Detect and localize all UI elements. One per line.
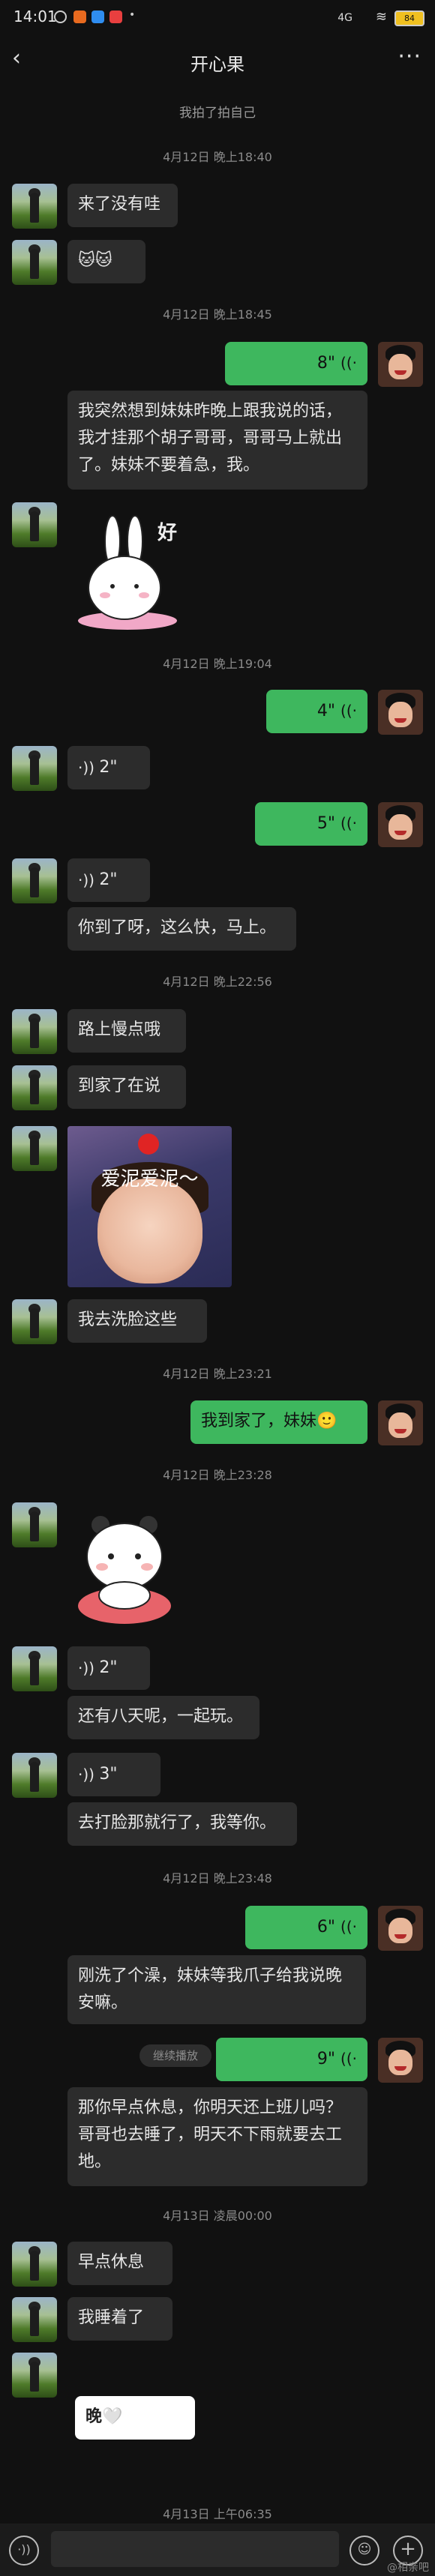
photo-message[interactable]: 爱泥爱泥～ (68, 1126, 232, 1287)
signal-icon: 4G (338, 12, 352, 24)
app-notification-icon (92, 10, 104, 23)
app-notification-icon (110, 10, 122, 23)
title-bar: ‹ 开心果 ··· (0, 37, 435, 82)
voice-wave-icon: ·)) (78, 1659, 100, 1677)
avatar[interactable] (378, 1906, 423, 1951)
voice-duration: 2" (99, 1658, 118, 1677)
system-note: 我拍了拍自己 (179, 106, 256, 121)
voice-message[interactable]: ·)) 3" (68, 1753, 160, 1796)
avatar[interactable] (12, 240, 57, 285)
voice-wave-icon: ((· (340, 2050, 357, 2068)
voice-wave-icon: ·)) (78, 759, 100, 777)
voice-wave-icon: ((· (340, 1918, 357, 1936)
wifi-icon: ≋ (375, 9, 387, 25)
chat-bubble[interactable]: 我到家了，妹妹🙂 (190, 1400, 368, 1444)
chat-bubble[interactable]: 还有八天呢，一起玩。 (68, 1696, 260, 1739)
voice-wave-icon: ·)) (78, 1766, 100, 1784)
input-bar: ·)) ☺ + @相亲吧 (0, 2524, 435, 2576)
avatar[interactable] (12, 184, 57, 229)
voice-message[interactable]: ·)) 2" (68, 1646, 150, 1690)
chat-bubble[interactable]: 来了没有哇 (68, 184, 178, 227)
alarm-icon (54, 10, 67, 23)
timestamp: 4月12日 晚上18:40 (163, 150, 272, 164)
avatar[interactable] (12, 1646, 57, 1691)
timestamp: 4月12日 晚上23:28 (163, 1468, 272, 1482)
chat-bubble[interactable]: 早点休息 (68, 2242, 172, 2285)
voice-duration: 6" (316, 1918, 336, 1936)
avatar[interactable] (12, 2353, 57, 2398)
voice-message[interactable]: ·)) 2" (68, 858, 150, 902)
panda-sticker[interactable] (72, 1507, 177, 1627)
page-title: 开心果 (190, 54, 244, 75)
avatar[interactable] (378, 690, 423, 735)
timestamp: 4月12日 晚上23:48 (163, 1871, 272, 1886)
avatar[interactable] (378, 802, 423, 847)
status-bar: 14:01 • 4G ≋ 84 (0, 0, 435, 37)
chat-bubble[interactable]: 去打脸那就行了，我等你。 (68, 1802, 297, 1846)
voice-input-icon[interactable]: ·)) (9, 2536, 39, 2566)
voice-wave-icon: ·)) (78, 871, 100, 889)
chat-bubble[interactable]: 到家了在说 (68, 1065, 186, 1109)
avatar[interactable] (12, 1065, 57, 1110)
timestamp: 4月12日 晚上22:56 (163, 975, 272, 989)
chat-bubble[interactable]: 那你早点休息，你明天还上班儿吗？哥哥也去睡了，明天不下雨就要去工地。 (68, 2087, 368, 2186)
voice-wave-icon: ((· (340, 702, 357, 720)
bunny-sticker[interactable]: 好 (74, 514, 189, 634)
voice-duration: 3" (99, 1765, 118, 1784)
avatar[interactable] (12, 502, 57, 547)
chat-bubble[interactable]: 你到了呀，这么快，马上。 (68, 907, 296, 951)
watermark: @相亲吧 (387, 2562, 429, 2574)
avatar[interactable] (378, 1400, 423, 1445)
voice-wave-icon: ((· (340, 354, 357, 372)
sticker-text-bubble[interactable]: 晚🤍 (75, 2396, 195, 2440)
avatar[interactable] (12, 2242, 57, 2287)
voice-message[interactable]: 4" ((· (266, 690, 368, 733)
chat-bubble[interactable]: 我去洗脸这些 (68, 1299, 207, 1343)
timestamp: 4月13日 上午06:35 (163, 2507, 272, 2521)
avatar[interactable] (12, 1299, 57, 1344)
photo-caption: 爱泥爱泥～ (100, 1168, 199, 1191)
chat-bubble[interactable]: 我突然想到妹妹昨晚上跟我说的话，我才挂那个胡子哥哥，哥哥马上就出了。妹妹不要着急… (68, 391, 368, 490)
message-input[interactable] (51, 2531, 339, 2567)
emoji-icon[interactable]: ☺ (350, 2536, 380, 2566)
more-notifications-icon: • (129, 9, 136, 21)
voice-message[interactable]: ·)) 2" (68, 746, 150, 789)
continue-playback-chip[interactable]: 继续播放 (140, 2044, 212, 2067)
battery-icon: 84 (394, 10, 424, 26)
avatar[interactable] (12, 858, 57, 903)
voice-message[interactable]: 9" ((· (216, 2038, 368, 2081)
voice-duration: 9" (316, 2050, 336, 2068)
more-icon[interactable]: ··· (398, 43, 422, 70)
voice-message[interactable]: 8" ((· (225, 342, 368, 385)
sticker-text: 好 (158, 522, 178, 544)
avatar[interactable] (378, 342, 423, 387)
voice-wave-icon: ((· (340, 814, 357, 832)
avatar[interactable] (378, 2038, 423, 2083)
chat-bubble[interactable]: 我睡着了 (68, 2297, 172, 2341)
avatar[interactable] (12, 746, 57, 791)
avatar[interactable] (12, 1126, 57, 1171)
app-notification-icon (74, 10, 86, 23)
voice-duration: 2" (99, 870, 118, 889)
avatar[interactable] (12, 1502, 57, 1547)
voice-duration: 2" (99, 758, 118, 777)
timestamp: 4月13日 凌晨00:00 (163, 2209, 272, 2223)
avatar[interactable] (12, 1009, 57, 1054)
clock: 14:01 (14, 7, 57, 25)
chat-bubble[interactable]: 🐱🐱 (68, 240, 146, 283)
voice-message[interactable]: 6" ((· (245, 1906, 368, 1949)
avatar[interactable] (12, 1753, 57, 1798)
timestamp: 4月12日 晚上19:04 (163, 657, 272, 671)
avatar[interactable] (12, 2297, 57, 2342)
apple-decoration (138, 1134, 159, 1155)
timestamp: 4月12日 晚上18:45 (163, 307, 272, 322)
voice-duration: 5" (316, 814, 336, 833)
chat-bubble[interactable]: 路上慢点哦 (68, 1009, 186, 1053)
voice-message[interactable]: 5" ((· (255, 802, 368, 846)
voice-duration: 4" (316, 702, 336, 720)
voice-duration: 8" (316, 354, 336, 373)
chat-bubble[interactable]: 刚洗了个澡，妹妹等我爪子给我说晚安嘛。 (68, 1955, 366, 2024)
timestamp: 4月12日 晚上23:21 (163, 1367, 272, 1381)
